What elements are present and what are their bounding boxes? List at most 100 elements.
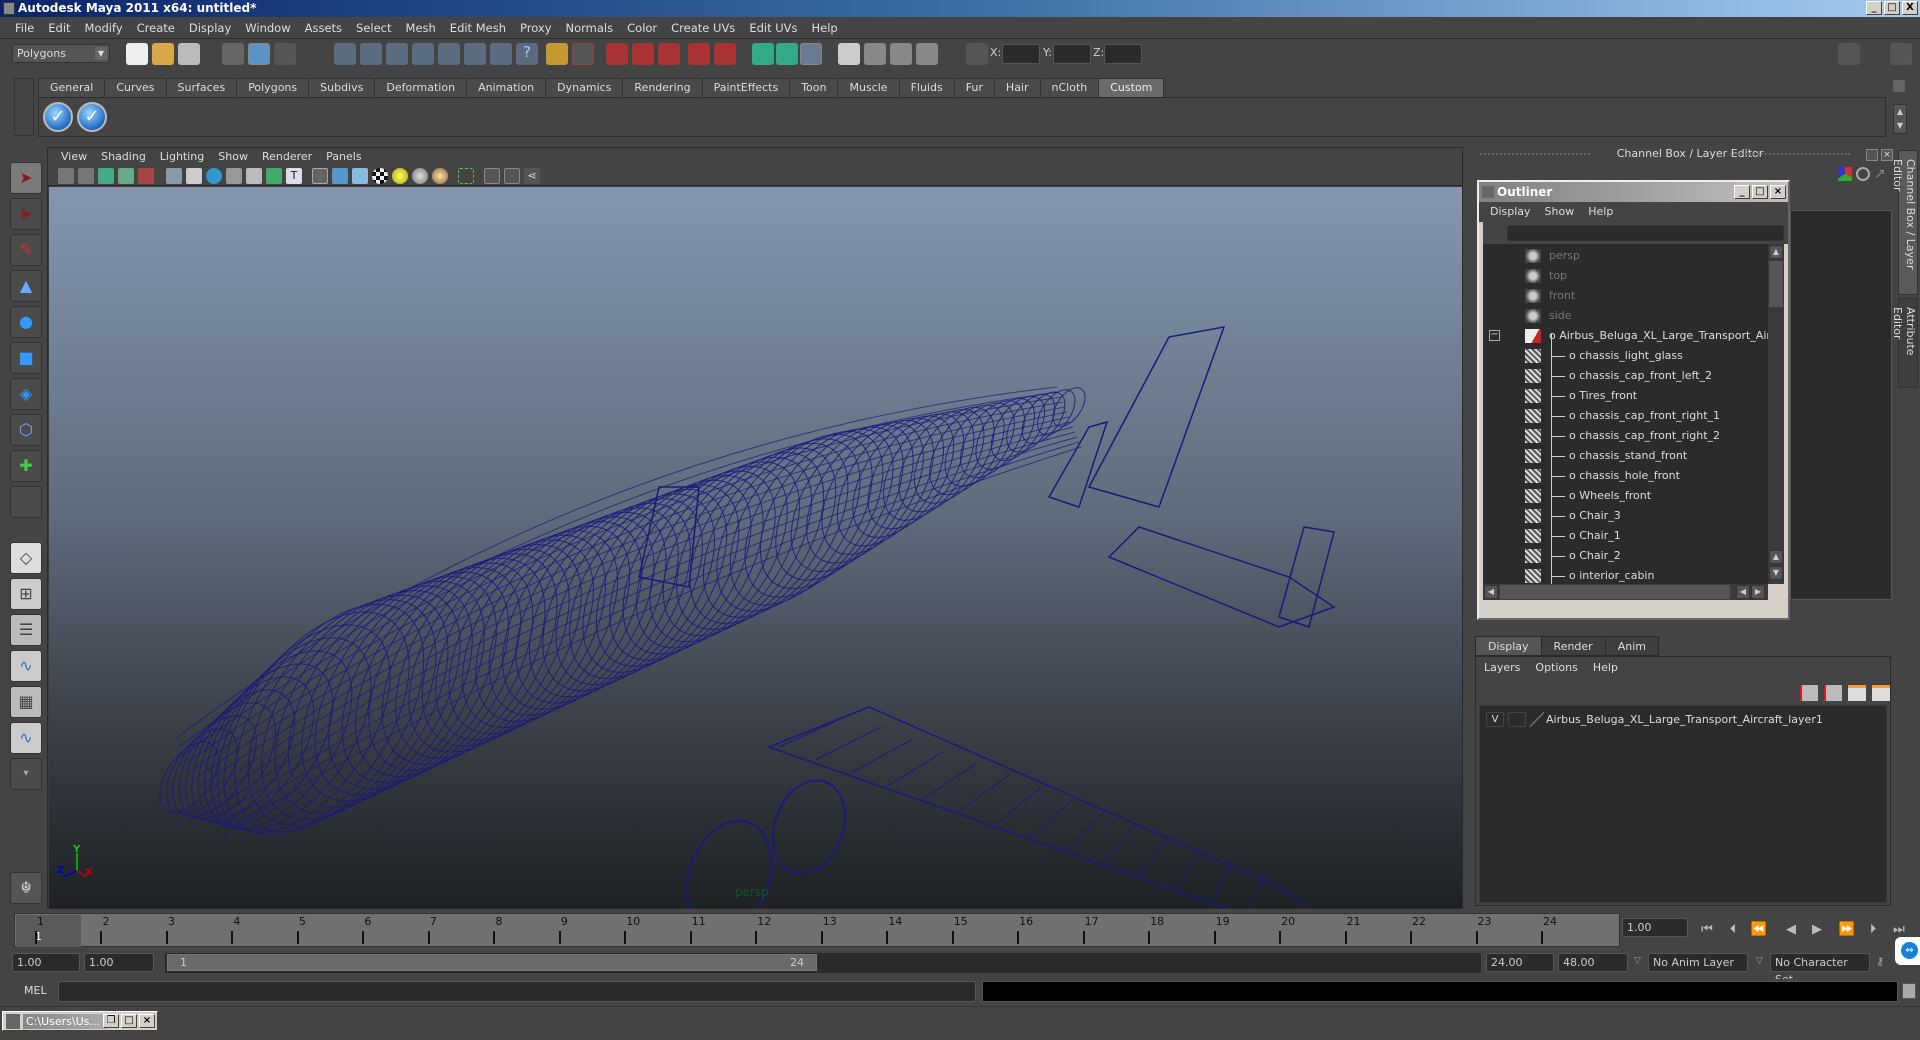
lasso-tool-icon[interactable]: ➤ [10,198,42,230]
scroll-thumb[interactable] [1769,261,1783,307]
menu-window[interactable]: Window [238,21,297,35]
shelf-tab-fluids[interactable]: Fluids [898,78,955,97]
safe-action-icon[interactable] [266,168,282,184]
outliner-item[interactable]: o chassis_cap_front_right_2 [1483,426,1768,446]
rotate-tool-icon[interactable]: ● [10,306,42,338]
image-plane-icon[interactable] [118,168,134,184]
outliner-item[interactable]: front [1483,286,1768,306]
range-slider-bar[interactable]: 1 24 [167,954,817,971]
wireframe-on-shaded-icon[interactable] [352,168,368,184]
float-panel-icon[interactable] [1866,149,1878,161]
layer-tab-display[interactable]: Display [1475,636,1542,656]
layer-name[interactable]: Airbus_Beluga_XL_Large_Transport_Aircraf… [1546,713,1823,726]
layer-editor-toggle-icon[interactable] [1856,167,1870,181]
scroll-up-icon-2[interactable]: ▲ [1769,550,1783,564]
outliner-item[interactable]: o Chair_1 [1483,526,1768,546]
outliner-item[interactable]: o Chair_2 [1483,546,1768,566]
viewport-menu-renderer[interactable]: Renderer [255,148,319,166]
shelf-menu-button[interactable] [14,78,34,136]
layer-visibility-toggle[interactable]: V [1486,712,1504,727]
restore-button[interactable]: ❐ [103,1014,119,1028]
shelf-tab-subdivs[interactable]: Subdivs [308,78,376,97]
wireframe-icon[interactable] [312,168,328,184]
mel-input[interactable] [58,981,976,1002]
safe-title-icon[interactable]: T [286,168,302,184]
time-slider[interactable]: 1 1 2 3 4 5 6 7 8 9 10 11 12 13 14 15 16 17 18 19 20 21 22 23 2… [14,913,1620,947]
snap-surface-icon[interactable] [464,43,486,65]
layer-tab-render[interactable]: Render [1540,636,1606,656]
magnet-plane-icon[interactable] [688,43,710,65]
layout-persp-graph-icon[interactable]: ∿ [10,650,42,682]
show-manipulator-icon[interactable]: ✚ [10,450,42,482]
layer-color-swatch[interactable] [1530,712,1544,727]
render-settings-icon[interactable] [916,43,938,65]
side-tab-channel-box[interactable]: Channel Box / Layer Editor [1891,150,1918,295]
menu-file[interactable]: File [8,21,41,35]
viewport-menu-panels[interactable]: Panels [319,148,368,166]
textured-icon[interactable] [372,168,388,184]
attribute-editor-toggle-icon[interactable] [1838,43,1860,65]
render-current-icon[interactable] [864,43,886,65]
transform-input-icon[interactable] [966,43,988,65]
create-layer-from-selected-icon[interactable] [1872,685,1890,701]
menu-create[interactable]: Create [130,21,182,35]
viewport-menu-view[interactable]: View [54,148,94,166]
xray-icon[interactable] [484,168,500,184]
side-tab-attribute-editor[interactable]: Attribute Editor [1891,298,1918,388]
shelf-tab-custom[interactable]: Custom [1098,78,1165,97]
ipr-render-icon[interactable] [890,43,912,65]
layer-menu-layers[interactable]: Layers [1484,661,1535,674]
viewport-menu-show[interactable]: Show [211,148,255,166]
output-ops-icon[interactable] [776,43,798,65]
shelf-tab-toon[interactable]: Toon [789,78,839,97]
shadows-icon[interactable] [412,168,428,184]
outliner-item[interactable]: o chassis_light_glass [1483,346,1768,366]
maximize-button[interactable]: □ [1884,1,1900,15]
select-component-icon[interactable] [274,43,296,65]
script-editor-icon[interactable] [1902,983,1916,999]
anim-layer-field[interactable]: No Anim Layer [1648,953,1748,972]
scroll-left-icon[interactable]: ◀ [1484,585,1498,599]
collapse-toggle-icon[interactable]: − [1489,330,1500,341]
menu-set-dropdown[interactable]: Polygons ▼ [12,44,110,63]
use-all-lights-icon[interactable] [392,168,408,184]
move-layer-down-icon[interactable] [1824,685,1842,701]
magnet-live-icon[interactable] [714,43,736,65]
paint-select-tool-icon[interactable]: ✎ [10,234,42,266]
outliner-item[interactable]: o chassis_stand_front [1483,446,1768,466]
current-time-field[interactable]: 1.00 [1622,918,1688,937]
magnet-grid-icon[interactable] [606,43,628,65]
menu-edit-mesh[interactable]: Edit Mesh [443,21,513,35]
menu-proxy[interactable]: Proxy [513,21,559,35]
maximize-minwin-button[interactable]: □ [121,1014,137,1028]
bookmarks-icon[interactable] [98,168,114,184]
layout-persp-graph-outliner-icon[interactable]: ∿ [10,722,42,754]
close-minwin-button[interactable]: × [139,1014,155,1028]
last-used-tool-slot[interactable] [10,486,42,518]
shelf-scroll-arrows[interactable]: ▲ ▼ [1893,104,1907,134]
playback-end-field[interactable]: 24.00 [1486,953,1554,972]
viewport-menu-lighting[interactable]: Lighting [153,148,211,166]
shelf-tab-animation[interactable]: Animation [466,78,547,97]
create-empty-layer-icon[interactable] [1848,685,1866,701]
outliner-close-button[interactable]: × [1770,185,1786,199]
smooth-shade-icon[interactable] [332,168,348,184]
shelf-tab-hair[interactable]: Hair [993,78,1041,97]
shelf-check-button-1[interactable]: ✓ [43,102,73,132]
menu-modify[interactable]: Modify [78,21,130,35]
menu-display[interactable]: Display [182,21,238,35]
x-coord-input[interactable] [1002,44,1040,64]
go-to-start-icon[interactable]: ⏮ [1696,919,1718,941]
new-scene-icon[interactable] [126,43,148,65]
snap-edit-icon[interactable] [490,43,512,65]
layer-row[interactable]: V Airbus_Beluga_XL_Large_Transport_Aircr… [1486,710,1882,730]
outliner-minimize-button[interactable]: _ [1734,185,1750,199]
resolution-gate-icon[interactable] [206,168,222,184]
snap-view-plane-icon[interactable] [412,43,434,65]
outliner-menu-help[interactable]: Help [1581,202,1620,222]
shelf-tab-muscle[interactable]: Muscle [837,78,900,97]
select-object-icon[interactable] [248,43,270,65]
outliner-item[interactable]: o Tires_front [1483,386,1768,406]
layer-tab-anim[interactable]: Anim [1604,636,1659,656]
z-coord-input[interactable] [1104,44,1142,64]
